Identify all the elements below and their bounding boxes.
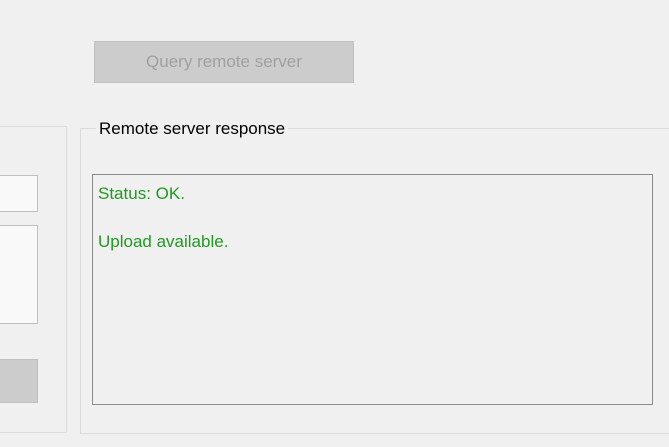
left-text-field[interactable] — [0, 175, 38, 212]
query-remote-server-button[interactable]: Query remote server — [94, 41, 354, 83]
left-button[interactable] — [0, 359, 38, 403]
response-text-area[interactable]: Status: OK. Upload available. — [92, 174, 653, 405]
remote-response-group-title: Remote server response — [96, 118, 289, 140]
response-upload-line: Upload available. — [98, 232, 229, 251]
response-status-line: Status: OK. — [98, 184, 185, 203]
left-text-area[interactable] — [0, 225, 38, 324]
app-window: Query remote server Remote server respon… — [0, 0, 669, 447]
